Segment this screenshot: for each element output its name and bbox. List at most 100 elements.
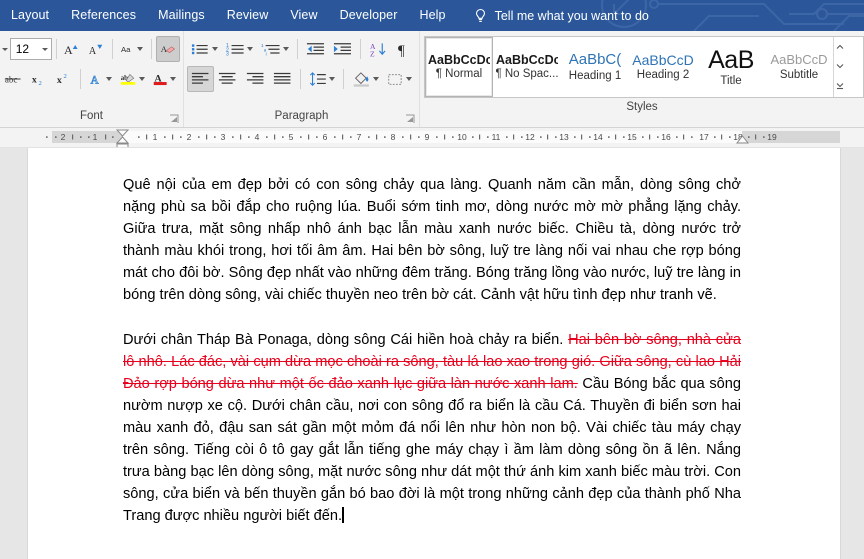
ribbon-tab-help[interactable]: Help — [409, 3, 457, 28]
shrink-font-button[interactable]: A — [84, 36, 108, 62]
style-item-normal[interactable]: AaBbCcDc ¶ Normal — [425, 37, 493, 97]
font-dialog-launcher-icon[interactable] — [169, 114, 179, 124]
justify-button[interactable] — [269, 66, 296, 92]
svg-text:¶: ¶ — [398, 43, 405, 58]
text-effects-button[interactable]: A — [85, 66, 116, 92]
strikethrough-icon: abc — [4, 74, 21, 84]
more-styles-icon[interactable] — [836, 82, 844, 90]
svg-text:2: 2 — [187, 132, 192, 142]
paragraph-2[interactable]: Dưới chân Tháp Bà Ponaga, dòng sông Cái … — [123, 329, 741, 528]
font-size-input[interactable]: 12 — [9, 38, 52, 60]
superscript-icon: x 2 — [56, 73, 66, 86]
font-size-dropdown-arrow[interactable] — [41, 47, 48, 51]
superscript-button[interactable]: x 2 — [52, 66, 77, 92]
ribbon-tab-developer[interactable]: Developer — [329, 3, 409, 28]
text-highlight-color-button[interactable]: ab — [116, 66, 149, 92]
paragraph-1[interactable]: Quê nội của em đẹp bởi có con sông chảy … — [123, 174, 741, 307]
style-label: Heading 1 — [568, 69, 622, 82]
styles-gallery: AaBbCcDc ¶ Normal AaBbCcDc ¶ No Spac... … — [424, 36, 864, 98]
paragraph-2-rest: Cầu Bóng bắc qua sông nườm nượp xe cộ. D… — [123, 375, 742, 525]
borders-button[interactable] — [383, 66, 416, 92]
font-group-label: Font — [0, 107, 183, 127]
ribbon-group-styles: AaBbCcDc ¶ Normal AaBbCcDc ¶ No Spac... … — [420, 31, 864, 127]
svg-text:16: 16 — [661, 132, 671, 142]
chevron-down-icon[interactable] — [836, 63, 844, 69]
align-right-icon — [246, 72, 264, 84]
svg-text:x: x — [32, 74, 37, 85]
svg-text:9: 9 — [425, 132, 430, 142]
paragraph-group-label: Paragraph — [184, 107, 419, 127]
show-formatting-marks-button[interactable]: ¶ — [392, 36, 416, 62]
styles-gallery-scroll[interactable] — [833, 37, 846, 97]
subscript-button[interactable]: x 2 — [27, 66, 52, 92]
multilevel-list-button[interactable]: 1ai — [257, 36, 293, 62]
svg-text:2: 2 — [61, 132, 66, 142]
svg-text:2: 2 — [38, 80, 41, 87]
paragraph-dialog-launcher-icon[interactable] — [405, 114, 415, 124]
svg-text:1: 1 — [153, 132, 158, 142]
svg-text:A: A — [89, 46, 97, 57]
svg-text:Aa: Aa — [121, 45, 131, 54]
ribbon-tab-references[interactable]: References — [60, 3, 147, 28]
align-left-icon — [191, 72, 209, 84]
paragraph-2-intro: Dưới chân Tháp Bà Ponaga, dòng sông Cái … — [123, 331, 569, 348]
svg-text:A: A — [64, 43, 73, 57]
ribbon-tab-view[interactable]: View — [279, 3, 328, 28]
font-name-dropdown-arrow[interactable] — [0, 38, 10, 60]
svg-text:x: x — [56, 75, 61, 86]
subscript-icon: x 2 — [32, 74, 42, 87]
sort-az-icon: A Z — [370, 42, 386, 58]
style-item-heading-1[interactable]: AaBbC( Heading 1 — [561, 37, 629, 97]
style-preview: AaBbCcDc — [428, 53, 490, 67]
align-right-button[interactable] — [242, 66, 269, 92]
ribbon-tab-review[interactable]: Review — [216, 3, 280, 28]
sort-button[interactable]: A Z — [365, 36, 392, 62]
change-case-button[interactable]: Aa — [117, 36, 147, 62]
increase-indent-button[interactable] — [329, 36, 356, 62]
bullets-button[interactable] — [187, 36, 222, 62]
horizontal-ruler[interactable]: 2 1 1 2 3 4 5 6 7 8 9 10 11 12 13 14 15 … — [0, 128, 864, 148]
increase-indent-icon — [334, 43, 352, 55]
font-color-button[interactable]: A — [149, 66, 180, 92]
svg-text:10: 10 — [457, 132, 467, 142]
style-preview: AaBbC( — [568, 52, 622, 69]
line-spacing-button[interactable] — [305, 66, 339, 92]
document-canvas[interactable]: Quê nội của em đẹp bởi có con sông chảy … — [0, 148, 864, 559]
line-spacing-icon — [309, 71, 326, 86]
chevron-up-icon[interactable] — [836, 44, 844, 50]
style-item-no-spacing[interactable]: AaBbCcDc ¶ No Spac... — [493, 37, 561, 97]
ribbon-body: 12 A A Aa A abc x 2 x 2 A ab A Font 1 2 … — [0, 31, 864, 128]
ribbon-tab-mailings[interactable]: Mailings — [147, 3, 216, 28]
ribbon-group-paragraph: 123 1ai A Z ¶ Paragraph — [184, 31, 420, 127]
lightbulb-icon — [475, 8, 485, 22]
align-left-button[interactable] — [187, 66, 215, 92]
style-item-heading-2[interactable]: AaBbCcD Heading 2 — [629, 37, 697, 97]
style-label: Title — [720, 75, 742, 88]
grow-font-button[interactable]: A — [60, 36, 84, 62]
styles-group-label: Styles — [626, 101, 658, 113]
ribbon-tab-layout[interactable]: Layout — [0, 3, 60, 28]
svg-text:12: 12 — [525, 132, 535, 142]
style-preview: AaBbCcD — [632, 52, 694, 68]
paint-bucket-icon — [353, 71, 369, 87]
svg-text:7: 7 — [357, 132, 362, 142]
svg-text:1: 1 — [93, 132, 98, 142]
style-item-title[interactable]: AaB Title — [697, 37, 765, 97]
paragraph-spacer — [123, 307, 741, 329]
svg-text:A: A — [161, 44, 168, 54]
document-page[interactable]: Quê nội của em đẹp bởi có con sông chảy … — [28, 148, 840, 559]
shading-button[interactable] — [348, 66, 384, 92]
strikethrough-button[interactable]: abc — [0, 66, 27, 92]
numbering-button[interactable]: 123 — [222, 36, 257, 62]
svg-text:11: 11 — [492, 132, 501, 142]
bullet-list-icon — [191, 44, 208, 55]
clear-formatting-button[interactable]: A — [155, 36, 180, 62]
svg-text:3: 3 — [221, 132, 226, 142]
style-label: Subtitle — [779, 68, 819, 81]
align-center-button[interactable] — [214, 66, 241, 92]
tell-me-search[interactable]: Tell me what you want to do — [473, 8, 649, 24]
svg-text:6: 6 — [323, 132, 328, 142]
decrease-indent-button[interactable] — [302, 36, 329, 62]
document-text-body[interactable]: Quê nội của em đẹp bởi có con sông chảy … — [123, 174, 741, 528]
style-item-subtitle[interactable]: AaBbCcD Subtitle — [765, 37, 833, 97]
